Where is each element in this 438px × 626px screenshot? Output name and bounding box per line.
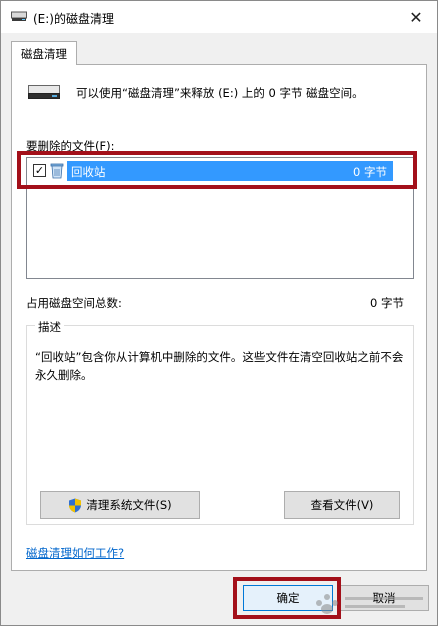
tab-disk-cleanup[interactable]: 磁盘清理 (11, 41, 77, 65)
drive-icon (11, 11, 27, 21)
clean-system-files-button[interactable]: 清理系统文件(S) (40, 491, 200, 519)
total-space-value: 0 字节 (370, 296, 404, 310)
recycle-bin-checkbox[interactable]: ✓ (33, 164, 46, 177)
total-space-label: 占用磁盘空间总数: (26, 296, 122, 310)
cancel-button[interactable]: 取消 (339, 585, 429, 611)
clean-system-files-label: 清理系统文件(S) (86, 498, 172, 512)
ok-button[interactable]: 确定 (243, 585, 333, 611)
disk-cleanup-window: (E:)的磁盘清理 ✕ 磁盘清理 可以使用“磁盘清理”来释放 (E:) 上的 0… (0, 0, 438, 626)
view-files-button[interactable]: 查看文件(V) (284, 491, 400, 519)
help-link[interactable]: 磁盘清理如何工作? (26, 545, 124, 561)
window-title: (E:)的磁盘清理 (33, 12, 114, 26)
uac-shield-icon (69, 498, 82, 512)
close-button[interactable]: ✕ (405, 7, 427, 27)
files-to-delete-label: 要删除的文件(F): (26, 139, 115, 153)
description-text: “回收站”包含你从计算机中删除的文件。这些文件在清空回收站之前不会永久删除。 (35, 350, 404, 382)
files-list[interactable]: ✓ 回收站 0 字节 (26, 157, 414, 279)
file-item-size: 0 字节 (353, 165, 387, 179)
recycle-bin-icon (50, 163, 64, 179)
list-item[interactable]: ✓ 回收站 0 字节 (29, 161, 411, 181)
title-bar[interactable]: (E:)的磁盘清理 ✕ (1, 1, 437, 33)
file-item-name: 回收站 (71, 165, 106, 179)
tab-panel: 可以使用“磁盘清理”来释放 (E:) 上的 0 字节 磁盘空间。 要删除的文件(… (11, 64, 427, 571)
summary-message: 可以使用“磁盘清理”来释放 (E:) 上的 0 字节 磁盘空间。 (76, 86, 364, 100)
close-icon: ✕ (409, 7, 423, 27)
drive-icon (28, 85, 60, 99)
selection-highlight (67, 161, 393, 181)
description-title: 描述 (35, 319, 64, 335)
